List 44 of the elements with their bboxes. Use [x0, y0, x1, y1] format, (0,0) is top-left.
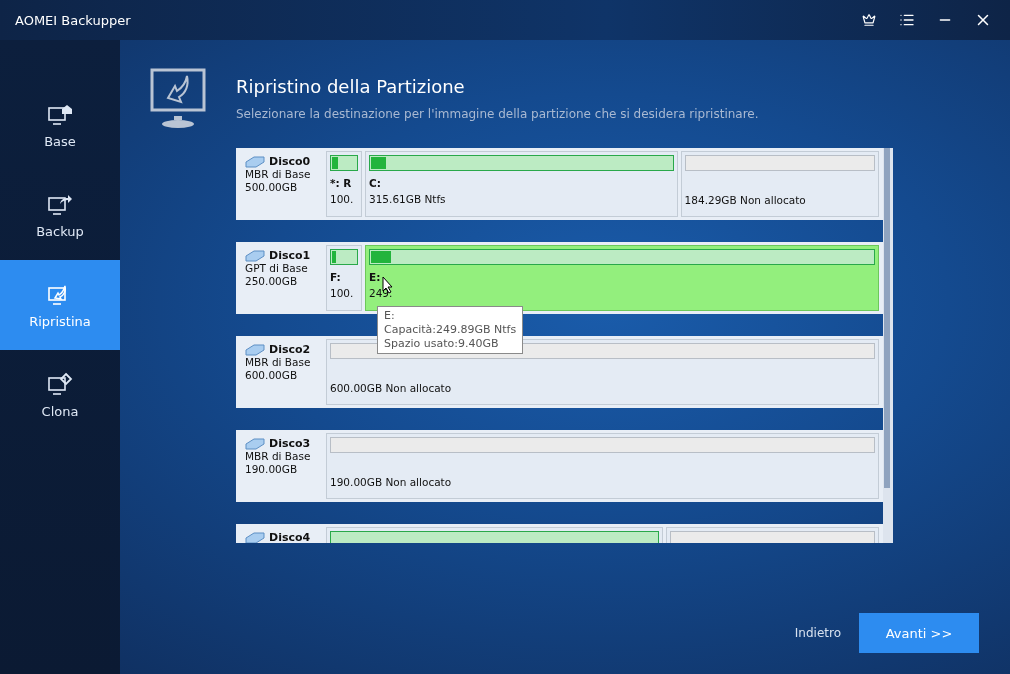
scrollbar-thumb[interactable]	[884, 148, 890, 488]
disk-size: 250.00GB	[245, 275, 299, 288]
sidebar-item[interactable]: Backup	[0, 170, 120, 260]
partition[interactable]: C: 315.61GB Ntfs	[365, 151, 678, 217]
back-button[interactable]: Indietro	[794, 626, 841, 640]
sidebar-item[interactable]: Base	[0, 80, 120, 170]
disk-name: Disco4	[269, 531, 311, 543]
partition-label: E:	[369, 271, 381, 283]
tooltip-line: E:	[384, 309, 396, 323]
disk-size: 500.00GB	[245, 181, 299, 194]
disk-type: MBR di Base	[245, 450, 312, 463]
partition-size: 100.	[330, 193, 354, 205]
monitor-restore-icon	[150, 68, 206, 130]
partition-size: 184.29GB Non allocato	[684, 194, 806, 206]
page-title: Ripristino della Partizione	[236, 76, 466, 97]
partition-size: 190.00GB Non allocato	[330, 476, 452, 488]
disk-name: Disco1	[269, 249, 311, 262]
partition[interactable]: *: R 100.	[326, 151, 362, 217]
disk-name: Disco3	[269, 437, 311, 450]
partition-label: C:	[369, 177, 381, 189]
disk-name: Disco2	[269, 343, 311, 356]
partition-label: F:	[330, 271, 341, 283]
window-title: AOMEI Backupper	[15, 12, 132, 28]
partition-size: 315.61GB Ntfs	[369, 193, 446, 205]
sidebar-item[interactable]: Clona	[0, 350, 120, 440]
disk-type: MBR di Base	[245, 168, 312, 181]
disk-name: Disco0	[269, 155, 311, 168]
disk-type: MBR di Base	[245, 356, 312, 369]
scrollbar[interactable]	[883, 148, 893, 543]
partition[interactable]: F: 100.	[326, 245, 362, 311]
partition-size: 100.	[330, 287, 354, 299]
disk-size: 190.00GB	[245, 463, 299, 476]
disk-type: GPT di Base	[245, 262, 309, 275]
partition-label: *: R	[330, 177, 352, 189]
tooltip-line: Capacità:249.89GB Ntfs	[384, 323, 517, 337]
partition-size: 600.00GB Non allocato	[330, 382, 452, 394]
partition[interactable]: 190.00GB Non allocato	[326, 433, 879, 499]
menu-icon[interactable]	[899, 12, 915, 28]
monitor-diamond-icon	[47, 371, 73, 396]
tooltip-line: Spazio usato:9.40GB	[384, 337, 500, 351]
partition[interactable]: 184.29GB Non allocato	[680, 151, 879, 217]
disk-size: 600.00GB	[245, 369, 299, 382]
page-subtitle: Selezionare la destinazione per l'immagine della partizione che si desidera ripristinare.	[236, 107, 759, 121]
crown-icon[interactable]	[862, 13, 876, 27]
